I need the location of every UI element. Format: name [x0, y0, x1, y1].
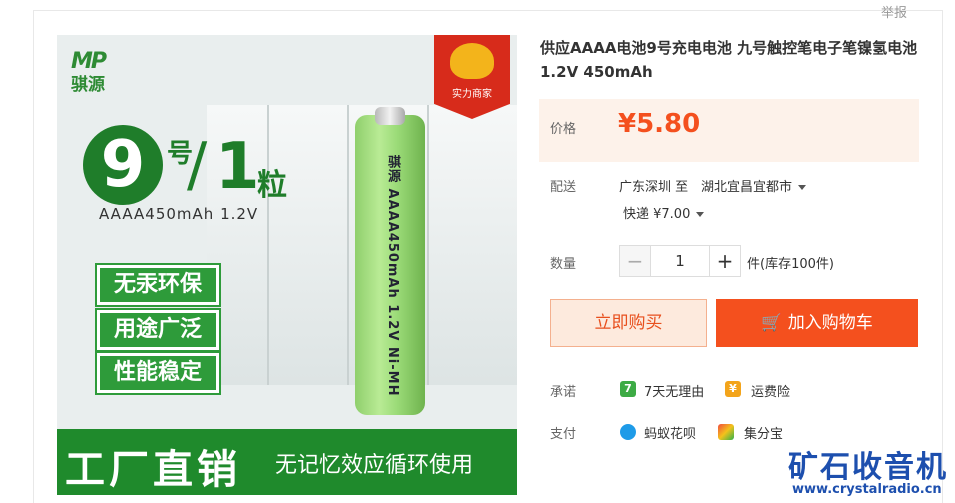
quantity-label: 数量 [550, 257, 577, 272]
chevron-down-icon [798, 185, 807, 190]
size-number: 9 [83, 125, 163, 205]
battery-cap [375, 107, 405, 125]
quantity-input[interactable]: 1 [651, 246, 709, 276]
battery-spec: AAAA450mAh 1.2V [99, 205, 259, 223]
delivery-label: 配送 [550, 180, 577, 195]
merchant-badge: 实力商家 [434, 35, 510, 119]
price-box [539, 99, 919, 162]
count-unit: 粒 [257, 168, 287, 203]
product-title: 供应AAAA电池9号充电电池 九号触控笔电子笔镍氢电池1.2V 450mAh [540, 39, 918, 81]
shipping-select[interactable]: 快递 ¥7.00 [623, 203, 705, 222]
promise-shipping-insurance[interactable]: 运费险 [751, 381, 790, 400]
battery-illustration: 骐源 AAAA450mAh 1.2V Ni-MH [355, 107, 425, 415]
report-link[interactable]: 举报 [881, 2, 907, 21]
price-value: ¥5.80 [618, 109, 701, 139]
footer-factory: 工厂直销 [65, 447, 241, 493]
jifenbao-icon [718, 424, 734, 440]
image-footer-band: 工厂直销 无记忆效应循环使用 [57, 429, 517, 495]
tag-usage: 用途广泛 [97, 310, 219, 350]
tag-eco: 无汞环保 [97, 265, 219, 305]
payment-jifenbao[interactable]: 集分宝 [744, 423, 783, 442]
buy-now-button[interactable]: 立即购买 [550, 299, 707, 347]
cart-icon: 🛒 [761, 313, 788, 333]
promise-seven-day[interactable]: 7天无理由 [644, 381, 704, 400]
payment-label: 支付 [550, 427, 577, 442]
battery-label: 骐源 AAAA450mAh 1.2V Ni-MH [385, 155, 400, 397]
footer-memory: 无记忆效应循环使用 [275, 453, 474, 478]
quantity-stepper: − 1 + [619, 245, 741, 277]
count-number: 1 [215, 130, 260, 204]
bull-icon [450, 43, 494, 79]
delivery-from: 广东深圳 至 [619, 180, 689, 195]
watermark-logo: 矿石收音机 [788, 450, 948, 485]
promise-label: 承诺 [550, 385, 577, 400]
price-label: 价格 [550, 122, 577, 137]
tag-stable: 性能稳定 [97, 353, 219, 393]
chevron-down-icon [696, 212, 705, 217]
delivery-to-select[interactable]: 湖北宜昌宜都市 [701, 176, 807, 195]
slash: / [187, 130, 208, 200]
stock-info: 件(库存100件) [747, 257, 834, 272]
shipping-insurance-icon: ¥ [725, 381, 741, 397]
watermark-url: www.crystalradio.cn [792, 482, 942, 497]
huabei-icon [620, 424, 636, 440]
brand-logo: MP 骐源 [71, 49, 107, 95]
product-image[interactable]: MP 骐源 实力商家 9 号 / 1 粒 AAAA450mAh 1.2V 无汞环… [57, 35, 517, 495]
payment-huabei[interactable]: 蚂蚁花呗 [644, 423, 696, 442]
increase-button[interactable]: + [709, 246, 740, 276]
seven-day-icon: 7 [620, 381, 636, 397]
add-to-cart-button[interactable]: 🛒 加入购物车 [716, 299, 918, 347]
decrease-button[interactable]: − [620, 246, 651, 276]
